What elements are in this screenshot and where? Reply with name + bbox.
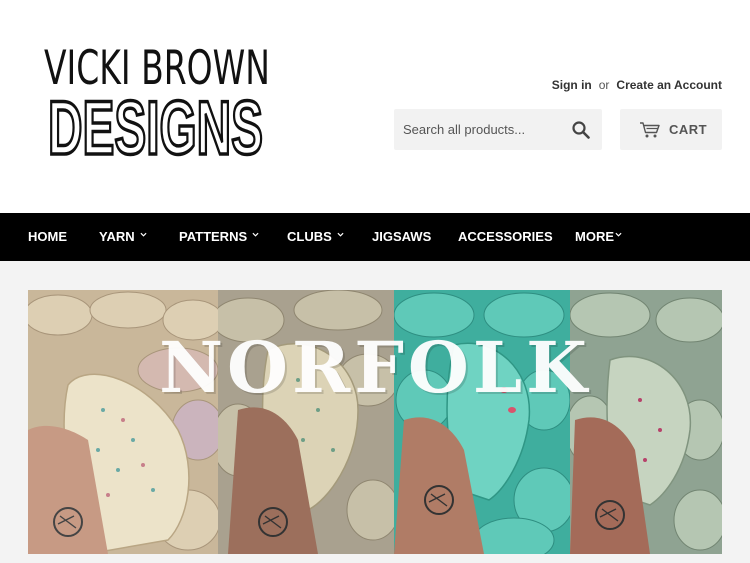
chevron-down-icon <box>615 232 622 237</box>
chevron-down-icon <box>140 232 147 237</box>
nav-item-clubs[interactable]: CLUBS <box>287 213 344 261</box>
svg-text:DESIGNS: DESIGNS <box>48 90 263 160</box>
chevron-down-icon <box>252 232 259 237</box>
cart-icon <box>640 122 660 138</box>
brand-logo[interactable]: VICKI BROWN DESIGNS <box>44 44 274 164</box>
nav-item-home[interactable]: HOME <box>28 213 67 261</box>
search-input[interactable] <box>394 109 568 150</box>
cart-button[interactable]: CART <box>620 109 722 150</box>
or-text: or <box>598 78 610 92</box>
search-icon[interactable] <box>572 121 590 139</box>
brand-name-line2: DESIGNS <box>46 90 265 160</box>
create-account-link[interactable]: Create an Account <box>616 78 722 92</box>
nav-item-patterns[interactable]: PATTERNS <box>179 213 259 261</box>
nav-item-more[interactable]: MORE <box>575 213 622 261</box>
brand-name-line1: VICKI BROWN <box>44 41 270 96</box>
content-area: NORFOLK <box>0 261 750 563</box>
hero-title: NORFOLK <box>159 326 591 409</box>
account-links: Sign in or Create an Account <box>552 78 722 92</box>
main-nav: HOME YARN PATTERNS CLUBS JIGSAWS ACCESSO… <box>0 213 750 261</box>
sign-in-link[interactable]: Sign in <box>552 78 592 92</box>
nav-item-yarn[interactable]: YARN <box>99 213 147 261</box>
nav-item-accessories[interactable]: ACCESSORIES <box>458 213 553 261</box>
site-header: VICKI BROWN DESIGNS Sign in or Create an A… <box>0 0 750 213</box>
nav-item-jigsaws[interactable]: JIGSAWS <box>372 213 431 261</box>
chevron-down-icon <box>337 232 344 237</box>
cart-label: CART <box>669 122 708 137</box>
hero-banner[interactable]: NORFOLK <box>28 290 722 554</box>
search-bar <box>394 109 602 150</box>
